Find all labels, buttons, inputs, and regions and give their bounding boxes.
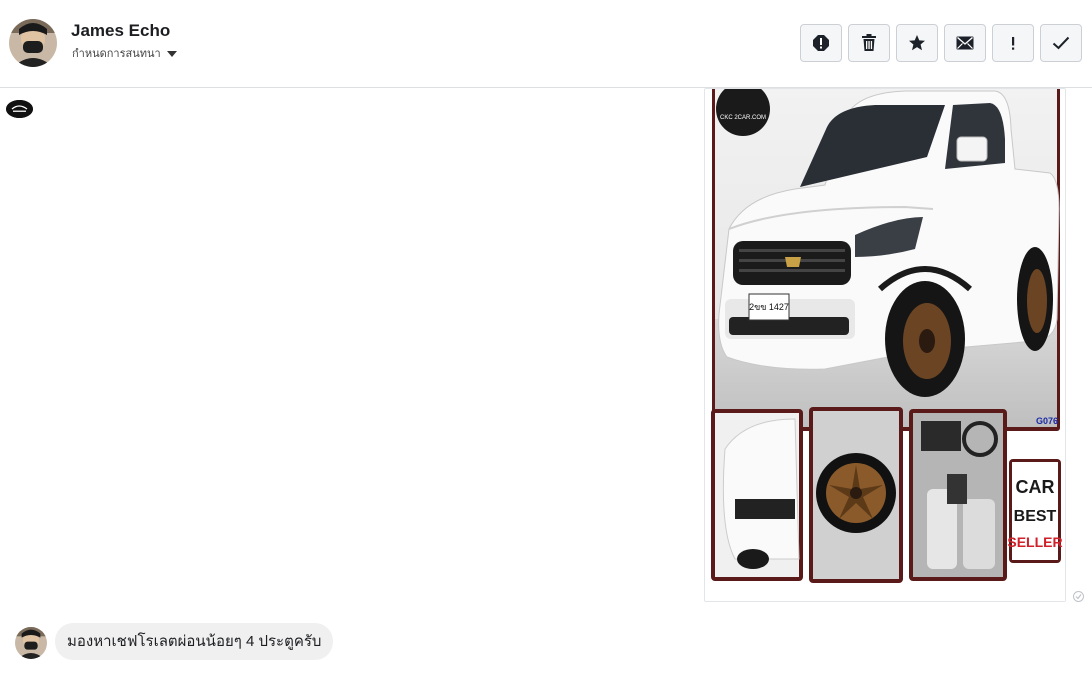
mark-done-button[interactable] — [1040, 24, 1082, 62]
spam-alert-icon — [813, 35, 829, 51]
exclamation-icon — [1012, 37, 1015, 50]
contact-name[interactable]: James Echo — [71, 21, 170, 41]
star-icon — [909, 35, 925, 51]
conversation-settings-label: กำหนดการสนทนา — [72, 48, 161, 60]
mark-spam-button[interactable] — [800, 24, 842, 62]
page-logo-icon — [6, 100, 33, 118]
contact-avatar[interactable] — [9, 19, 57, 67]
watermark-text: CKC 2CAR.COM — [720, 115, 766, 121]
conversation-actions — [800, 24, 1082, 62]
thumbnail-front — [711, 409, 803, 581]
badge-line-2: BEST — [1014, 508, 1057, 525]
image-message[interactable]: 2ขข 1427 CKC 2CAR.COM G076 CAR BEST SELL… — [704, 88, 1066, 602]
trash-icon — [862, 34, 876, 51]
conversation-settings-dropdown[interactable]: กำหนดการสนทนา — [72, 44, 177, 62]
badge-line-1: CAR — [1016, 477, 1055, 497]
follow-up-button[interactable] — [992, 24, 1034, 62]
conversation-header: James Echo กำหนดการสนทนา — [0, 0, 1092, 88]
caret-down-icon — [166, 50, 177, 57]
star-button[interactable] — [896, 24, 938, 62]
car-best-seller-badge: CAR BEST SELLER — [1007, 459, 1063, 563]
stock-code-text: G076 — [1036, 416, 1058, 426]
mark-unread-button[interactable] — [944, 24, 986, 62]
message-bubble[interactable]: มองหาเชฟโรเลตผ่อนน้อยๆ 4 ประตูครับ — [55, 623, 334, 660]
checkmark-icon — [1052, 36, 1070, 50]
delete-button[interactable] — [848, 24, 890, 62]
envelope-icon — [956, 36, 974, 50]
seen-indicator-icon — [1073, 591, 1084, 602]
thumbnail-wheel — [809, 407, 903, 583]
thumbnail-interior — [909, 409, 1007, 581]
car-advert-image: 2ขข 1427 CKC 2CAR.COM G076 CAR BEST SELL… — [705, 89, 1065, 601]
profile-photo-icon — [9, 19, 57, 67]
sender-avatar[interactable] — [15, 627, 47, 659]
profile-photo-icon — [15, 627, 47, 659]
license-plate-text: 2ขข 1427 — [749, 302, 789, 312]
badge-line-3: SELLER — [1007, 534, 1062, 550]
